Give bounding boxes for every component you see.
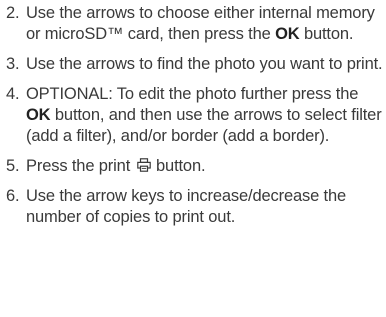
step-5: 5. Press the print button. — [6, 156, 386, 177]
ok-button-label: OK — [26, 106, 51, 124]
step-6: 6. Use the arrow keys to increase/decrea… — [6, 186, 386, 228]
step-2: 2. Use the arrows to choose either inter… — [6, 3, 386, 45]
step-number: 3. — [6, 55, 20, 73]
step-text-end: button. — [151, 157, 206, 175]
step-text: Use the arrows to find the photo you wan… — [26, 55, 383, 73]
print-icon — [136, 158, 151, 172]
step-number: 5. — [6, 157, 20, 175]
step-number: 6. — [6, 187, 20, 205]
step-text-end: button. — [299, 25, 354, 43]
step-text: OPTIONAL: To edit the photo further pres… — [26, 85, 359, 103]
step-text-end: button, and then use the arrows to selec… — [26, 106, 382, 145]
ok-button-label: OK — [275, 25, 300, 43]
step-3: 3. Use the arrows to find the photo you … — [6, 54, 386, 75]
step-number: 4. — [6, 85, 20, 103]
step-text: Press the print — [26, 157, 135, 175]
step-4: 4. OPTIONAL: To edit the photo further p… — [6, 84, 386, 147]
step-text: Use the arrow keys to increase/decrease … — [26, 187, 347, 226]
instruction-list: 2. Use the arrows to choose either inter… — [6, 3, 386, 237]
step-number: 2. — [6, 4, 20, 22]
